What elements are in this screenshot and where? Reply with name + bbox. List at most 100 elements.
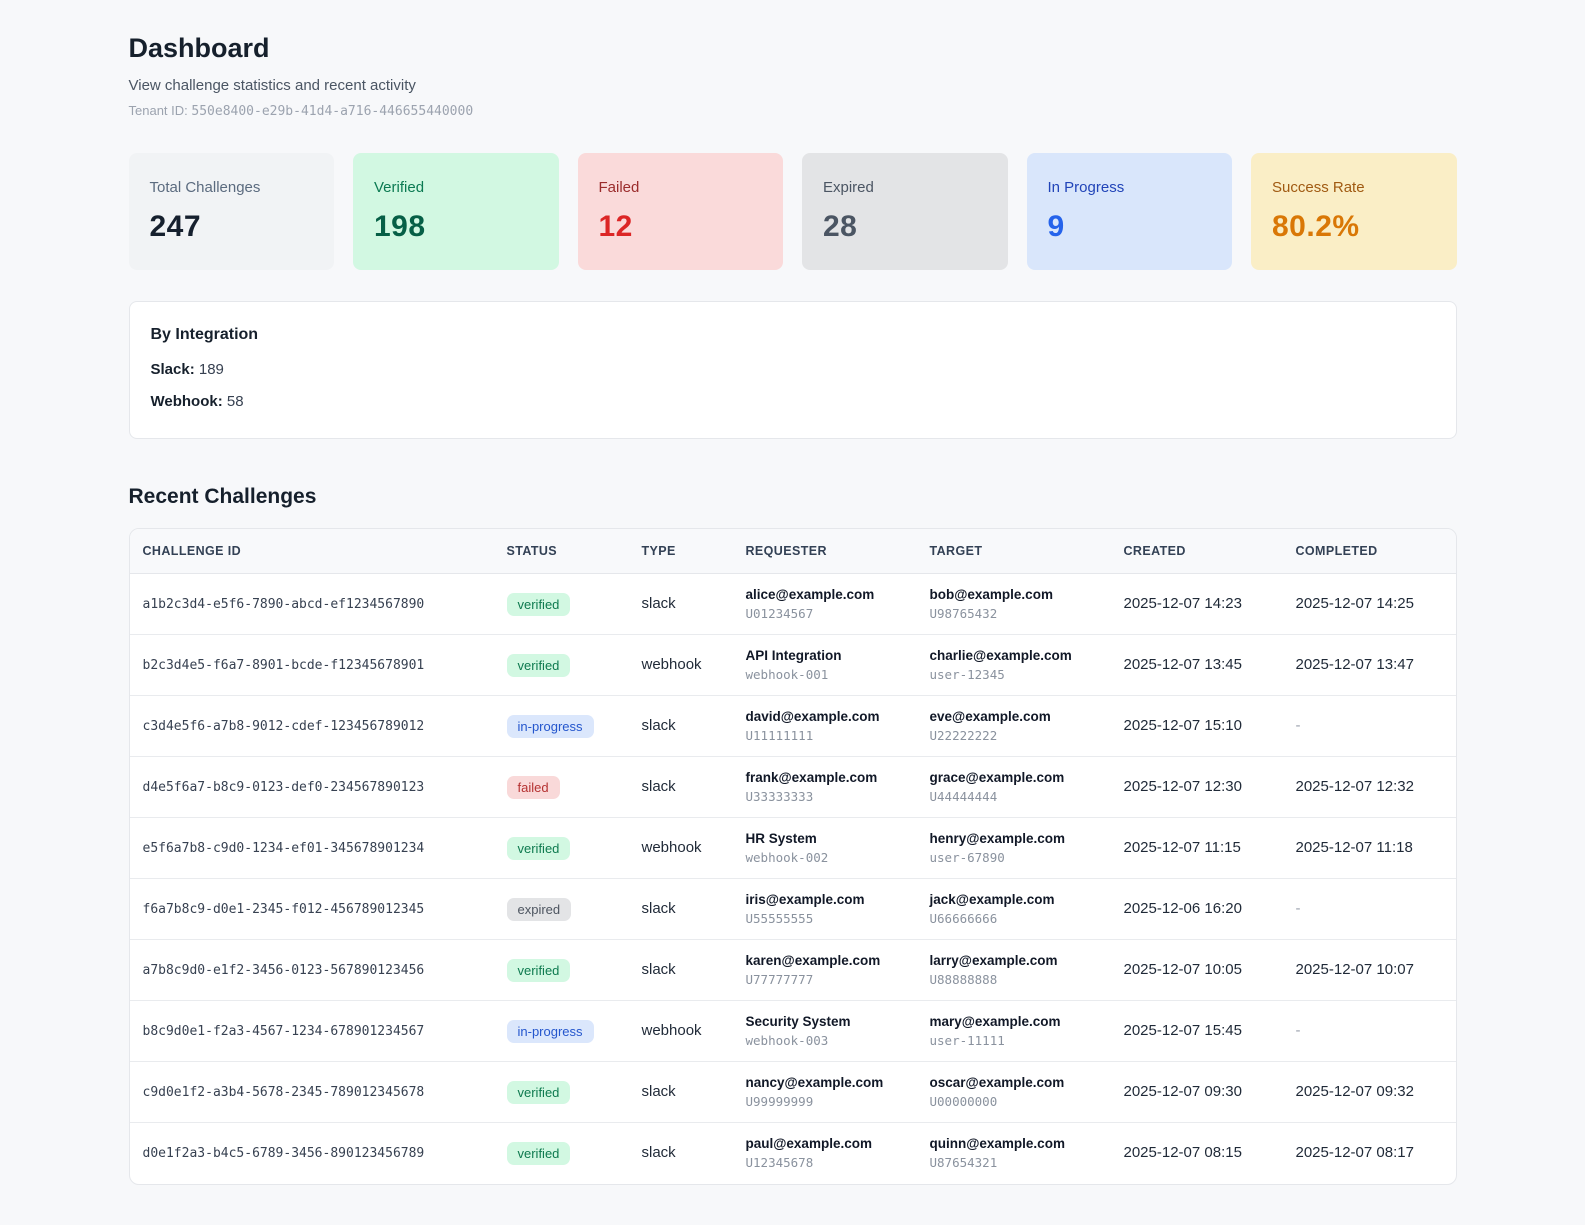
completed-timestamp: 2025-12-07 10:07 [1295,961,1414,978]
stat-card-value: 247 [149,210,202,243]
requester-name: HR System [745,831,817,846]
created-timestamp: 2025-12-07 09:30 [1123,1083,1242,1100]
tenant-id-line: Tenant ID: 550e8400-e29b-41d4-a716-44665… [129,103,1457,119]
stat-card: Failed 12 [577,153,783,270]
target-id: U00000000 [929,1094,998,1109]
status-badge: expired [506,897,572,921]
status-badge: in-progress [506,714,594,738]
target-id: U98765432 [929,606,998,621]
created-timestamp: 2025-12-07 11:15 [1123,839,1241,856]
tenant-id-value: 550e8400-e29b-41d4-a716-446655440000 [191,104,474,119]
created-timestamp: 2025-12-06 16:20 [1123,900,1242,917]
requester-name: david@example.com [745,709,880,724]
requester-id: U12345678 [745,1155,814,1171]
target-name: grace@example.com [929,770,1065,785]
recent-challenges-title: Recent Challenges [128,485,317,508]
target-name: henry@example.com [929,831,1065,846]
column-header: Created [1110,529,1283,574]
integration-item-label: Slack: [150,361,195,378]
stat-card: Verified 198 [353,153,559,270]
challenges-table-body: a1b2c3d4-e5f6-7890-abcd-ef1234567890 ver… [129,573,1456,1184]
target-id: U88888888 [929,972,998,987]
challenge-id: a7b8c9d0-e1f2-3456-0123-567890123456 [142,963,425,978]
by-integration-list: Slack: 189 Webhook: 58 [151,361,1435,410]
target-id: U66666666 [929,911,998,926]
status-badge: verified [506,653,571,677]
status-badge: verified [506,592,571,616]
status-badge: verified [506,836,571,860]
stat-card-value: 198 [374,210,426,243]
completed-timestamp: 2025-12-07 12:32 [1295,778,1414,795]
target-name: larry@example.com [929,953,1058,968]
challenge-row: a1b2c3d4-e5f6-7890-abcd-ef1234567890 ver… [129,573,1456,635]
challenge-id: d4e5f6a7-b8c9-0123-def0-234567890123 [142,780,425,795]
requester-id: U01234567 [745,606,814,621]
challenge-row: d4e5f6a7-b8c9-0123-def0-234567890123 fai… [129,756,1456,818]
challenges-table-header: Challenge ID Status Type Requester Target Cre… [129,529,1456,574]
challenge-id: a1b2c3d4-e5f6-7890-abcd-ef1234567890 [142,597,425,612]
column-header: Type [628,529,733,574]
completed-timestamp: 2025-12-07 08:17 [1295,1144,1414,1162]
challenge-row: b8c9d0e1-f2a3-4567-1234-678901234567 in-… [129,1000,1456,1062]
requester-id: U55555555 [745,911,814,926]
by-integration-card: By Integration Slack: 189 Webhook: 58 [128,301,1457,439]
requester-name: paul@example.com [745,1136,872,1152]
target-name: quinn@example.com [929,1136,1065,1152]
stat-card-label: Verified [374,179,425,196]
target-id: user-11111 [929,1033,1005,1048]
challenge-row: f6a7b8c9-d0e1-2345-f012-456789012345 exp… [129,878,1456,940]
challenge-type: slack [641,1083,676,1100]
stat-card: Total Challenges 247 [128,153,334,270]
status-badge: verified [506,1141,571,1165]
challenge-row: c3d4e5f6-a7b8-9012-cdef-123456789012 in-… [129,695,1456,757]
stat-card-label: Expired [823,179,874,196]
stat-card-label: Failed [598,179,640,196]
page-subtitle: View challenge statistics and recent act… [128,77,416,94]
stat-card: Success Rate 80.2% [1251,153,1457,270]
column-header: Challenge ID [129,529,494,574]
column-header: Status [493,529,629,574]
target-name: oscar@example.com [929,1075,1065,1090]
integration-item: Webhook: 58 [151,393,1435,410]
page-title: Dashboard [128,33,270,63]
challenge-type: slack [641,961,676,978]
target-name: jack@example.com [929,892,1055,907]
challenge-id: c3d4e5f6-a7b8-9012-cdef-123456789012 [142,719,425,734]
status-badge: in-progress [506,1019,594,1043]
completed-timestamp: 2025-12-07 13:47 [1295,656,1414,673]
column-header: Target [916,529,1111,574]
status-badge: failed [506,775,560,799]
challenge-row: c9d0e1f2-a3b4-5678-2345-789012345678 ver… [129,1061,1456,1123]
requester-name: iris@example.com [745,892,865,907]
target-name: bob@example.com [929,587,1053,602]
challenges-table: Challenge ID Status Type Requester Target Cre… [129,529,1456,1184]
target-id: U22222222 [929,728,998,743]
requester-id: webhook-002 [745,850,829,865]
challenge-row: b2c3d4e5-f6a7-8901-bcde-f12345678901 ver… [129,634,1456,696]
completed-timestamp: - [1295,1022,1301,1039]
challenge-type: webhook [641,1022,702,1039]
stats-grid: Total Challenges 247 Verified 198 Failed… [128,153,1457,270]
challenge-type: webhook [641,839,702,856]
stat-card-label: Total Challenges [149,179,261,196]
status-badge: verified [506,1080,571,1104]
target-id: U44444444 [929,789,998,804]
challenge-type: slack [641,778,676,795]
stat-card-value: 80.2% [1272,210,1360,243]
created-timestamp: 2025-12-07 14:23 [1123,595,1242,612]
integration-item-value: 189 [198,361,224,378]
challenge-id: e5f6a7b8-c9d0-1234-ef01-345678901234 [142,841,425,856]
column-header: Requester [732,529,917,574]
challenge-type: webhook [641,656,702,673]
by-integration-title: By Integration [150,326,259,343]
completed-timestamp: - [1295,900,1301,917]
challenge-id: d0e1f2a3-b4c5-6789-3456-890123456789 [142,1146,425,1162]
tenant-id-label: Tenant ID: [128,103,188,118]
challenge-id: b8c9d0e1-f2a3-4567-1234-678901234567 [142,1024,425,1039]
requester-name: frank@example.com [745,770,878,785]
integration-item-value: 58 [226,393,244,410]
target-id: user-12345 [929,667,1005,682]
completed-timestamp: 2025-12-07 09:32 [1295,1083,1414,1100]
challenge-type: slack [641,595,676,612]
column-header: Completed [1282,529,1456,574]
